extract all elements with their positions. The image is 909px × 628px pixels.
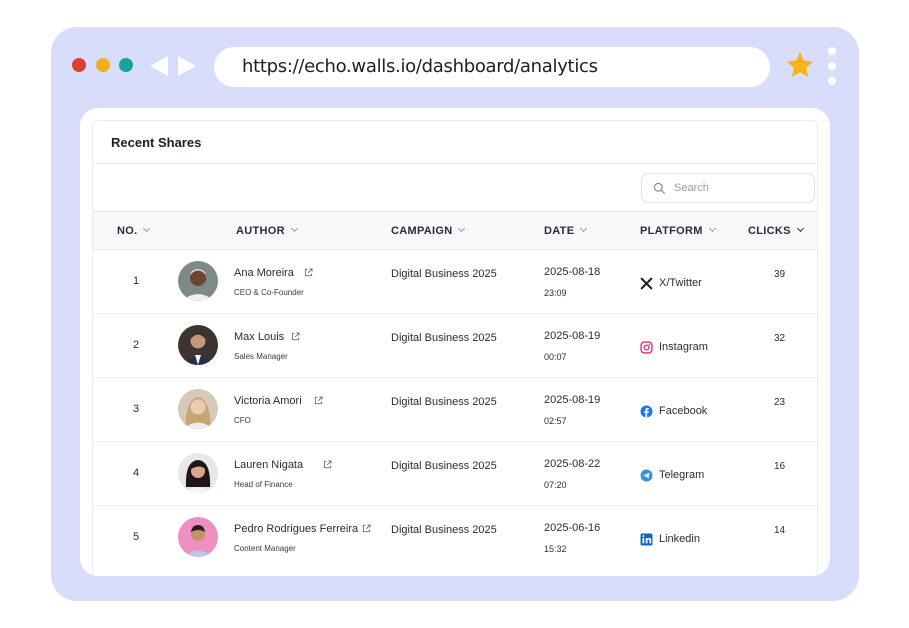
table-row[interactable]: 3 Victoria Amori CFO Digital Business 20…	[93, 378, 817, 442]
address-bar[interactable]: https://echo.walls.io/dashboard/analytic…	[214, 47, 770, 87]
window-maximize-dot[interactable]	[119, 58, 133, 72]
campaign-name: Digital Business 2025	[391, 332, 497, 344]
page-content: Recent Shares Search NO. AUTHOR CAMPAIGN…	[80, 108, 830, 576]
author-role: CEO & Co-Founder	[234, 288, 304, 297]
chevron-down-icon	[143, 224, 151, 233]
platform-name: Telegram	[659, 469, 705, 481]
campaign-name: Digital Business 2025	[391, 460, 497, 472]
table-row[interactable]: 5 Pedro Rodrigues Ferreira Content Manag…	[93, 506, 817, 570]
facebook-icon	[640, 405, 653, 418]
author-role: Head of Finance	[234, 480, 293, 489]
card-title: Recent Shares	[111, 135, 202, 150]
row-number: 5	[133, 531, 140, 543]
author-role: Content Manager	[234, 544, 296, 553]
campaign-name: Digital Business 2025	[391, 396, 497, 408]
column-header-author[interactable]: AUTHOR	[236, 224, 298, 237]
share-date: 2025-06-16	[544, 522, 601, 534]
external-link-icon[interactable]	[314, 396, 323, 405]
search-input[interactable]: Search	[641, 173, 815, 203]
chevron-down-icon	[458, 224, 466, 233]
chevron-down-icon	[796, 224, 804, 233]
author-name: Pedro Rodrigues Ferreira	[234, 523, 359, 535]
column-header-clicks[interactable]: CLICKS	[748, 224, 804, 237]
window-minimize-dot[interactable]	[96, 58, 110, 72]
column-header-no[interactable]: NO.	[117, 224, 151, 237]
author-name: Max Louis	[234, 331, 285, 343]
divider	[93, 211, 817, 212]
platform-name: Linkedin	[659, 533, 700, 545]
search-icon	[653, 182, 665, 194]
click-count: 16	[774, 461, 786, 472]
campaign-name: Digital Business 2025	[391, 524, 497, 536]
author-name: Ana Moreira	[234, 267, 294, 279]
linkedin-icon	[640, 533, 653, 546]
share-time: 07:20	[544, 480, 567, 490]
column-header-campaign[interactable]: CAMPAIGN	[391, 224, 466, 237]
chevron-down-icon	[290, 224, 298, 233]
share-time: 15:32	[544, 544, 567, 554]
external-link-icon[interactable]	[304, 268, 313, 277]
external-link-icon[interactable]	[291, 332, 300, 341]
telegram-icon	[640, 469, 653, 482]
click-count: 39	[774, 269, 786, 280]
share-date: 2025-08-22	[544, 458, 601, 470]
back-arrow-icon[interactable]	[150, 56, 168, 76]
table-row[interactable]: 2 Max Louis Sales Manager Digital Busine…	[93, 314, 817, 378]
external-link-icon[interactable]	[362, 524, 371, 533]
external-link-icon[interactable]	[323, 460, 332, 469]
author-role: CFO	[234, 416, 251, 425]
forward-arrow-icon[interactable]	[178, 56, 196, 76]
platform-name: X/Twitter	[659, 277, 702, 289]
bookmark-star-icon[interactable]	[785, 50, 815, 80]
click-count: 14	[774, 525, 786, 536]
share-time: 02:57	[544, 416, 567, 426]
search-placeholder: Search	[674, 182, 709, 194]
url-text: https://echo.walls.io/dashboard/analytic…	[242, 56, 598, 77]
window-close-dot[interactable]	[72, 58, 86, 72]
avatar	[178, 517, 218, 557]
table-row[interactable]: 1 Ana Moreira CEO & Co-Founder Digital B…	[93, 250, 817, 314]
share-date: 2025-08-18	[544, 266, 601, 278]
row-number: 1	[133, 275, 140, 287]
avatar	[178, 389, 218, 429]
chevron-down-icon	[580, 224, 588, 233]
share-date: 2025-08-19	[544, 394, 601, 406]
share-date: 2025-08-19	[544, 330, 601, 342]
platform-name: Instagram	[659, 341, 708, 353]
x-twitter-icon	[640, 277, 653, 290]
author-name: Lauren Nigata	[234, 459, 304, 471]
author-name: Victoria Amori	[234, 395, 302, 407]
column-header-date[interactable]: DATE	[544, 224, 588, 237]
click-count: 23	[774, 397, 786, 408]
column-header-platform[interactable]: PLATFORM	[640, 224, 716, 237]
campaign-name: Digital Business 2025	[391, 268, 497, 280]
recent-shares-card: Recent Shares Search NO. AUTHOR CAMPAIGN…	[92, 120, 818, 576]
row-number: 4	[133, 467, 140, 479]
chevron-down-icon	[708, 224, 716, 233]
avatar	[178, 453, 218, 493]
divider	[93, 163, 817, 164]
row-number: 3	[133, 403, 140, 415]
click-count: 32	[774, 333, 786, 344]
instagram-icon	[640, 341, 653, 354]
platform-name: Facebook	[659, 405, 708, 417]
author-role: Sales Manager	[234, 352, 288, 361]
row-number: 2	[133, 339, 140, 351]
share-time: 00:07	[544, 352, 567, 362]
avatar	[178, 325, 218, 365]
share-time: 23:09	[544, 288, 567, 298]
avatar	[178, 261, 218, 301]
table-row[interactable]: 4 Lauren Nigata Head of Finance Digital …	[93, 442, 817, 506]
